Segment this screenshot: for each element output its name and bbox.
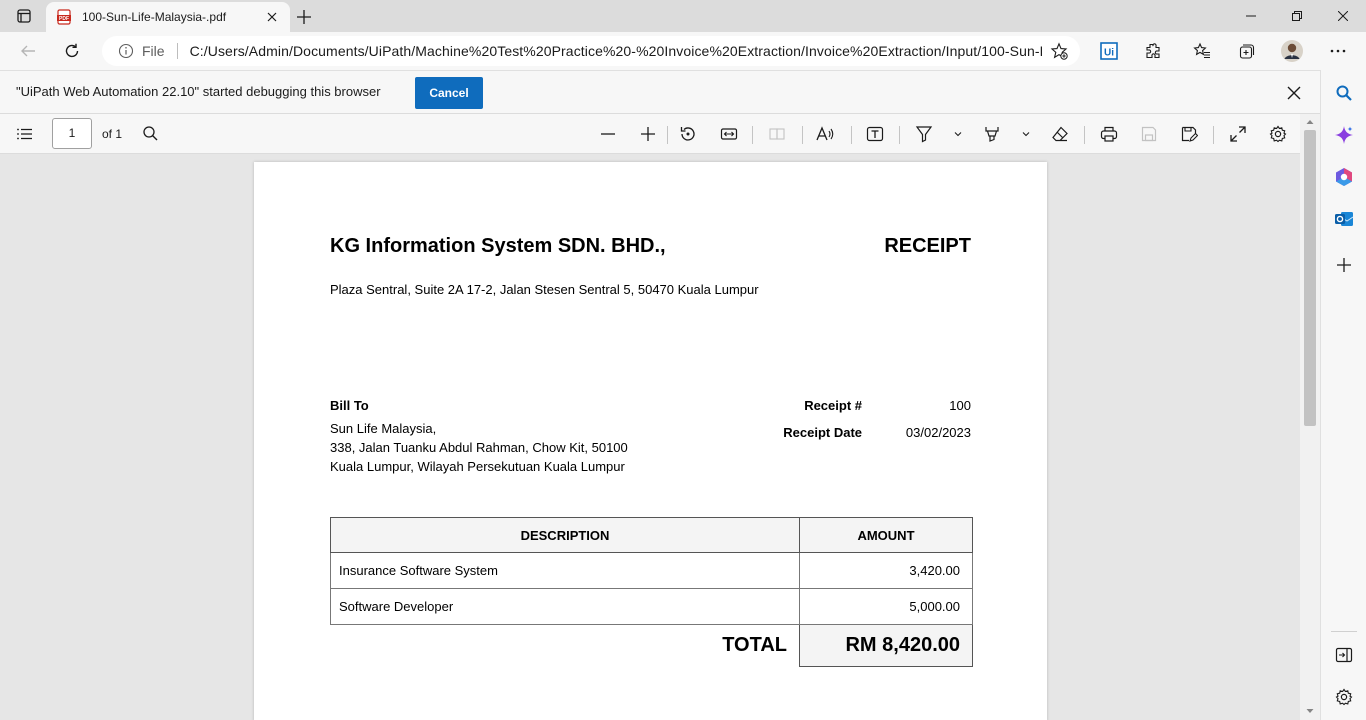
info-icon[interactable] (118, 43, 134, 59)
column-header-amount: AMOUNT (799, 517, 973, 553)
read-aloud-icon[interactable] (813, 122, 837, 146)
rotate-icon[interactable] (676, 122, 700, 146)
bill-to-line: Kuala Lumpur, Wilayah Persekutuan Kuala … (330, 459, 625, 474)
more-options-icon[interactable] (1324, 37, 1352, 65)
bill-to-line: Sun Life Malaysia, (330, 421, 437, 436)
add-text-icon[interactable] (863, 122, 887, 146)
chevron-down-icon[interactable] (1020, 128, 1032, 140)
title-bar: PDF 100-Sun-Life-Malaysia-.pdf (0, 0, 1366, 32)
page-view-icon (765, 122, 789, 146)
total-value: RM 8,420.00 (799, 624, 973, 667)
sidebar-settings-gear-icon[interactable] (1332, 685, 1356, 709)
sidebar-divider (1331, 631, 1357, 632)
pdf-page: KG Information System SDN. BHD., RECEIPT… (254, 162, 1047, 720)
table-row: Insurance Software System 3,420.00 (330, 552, 973, 589)
page-number-input[interactable]: 1 (52, 118, 92, 149)
bill-to-line: 338, Jalan Tuanku Abdul Rahman, Chow Kit… (330, 440, 628, 455)
refresh-button[interactable] (58, 37, 86, 65)
zoom-in-icon[interactable] (636, 122, 660, 146)
fit-to-page-icon[interactable] (717, 122, 741, 146)
toolbar-divider (1213, 126, 1214, 144)
save-icon (1137, 122, 1161, 146)
table-of-contents-icon[interactable] (13, 122, 37, 146)
profile-avatar[interactable] (1278, 37, 1306, 65)
hide-sidebar-icon[interactable] (1332, 643, 1356, 667)
office-icon[interactable] (1332, 165, 1356, 189)
extensions-icon[interactable] (1139, 37, 1167, 65)
debug-message: "UiPath Web Automation 22.10" started de… (16, 84, 381, 99)
svg-text:Ui: Ui (1104, 48, 1114, 59)
search-icon[interactable] (1332, 81, 1356, 105)
address-scheme-label: File (142, 43, 165, 59)
item-amount: 3,420.00 (799, 552, 973, 589)
svg-text:PDF: PDF (59, 16, 69, 22)
settings-gear-icon[interactable] (1266, 122, 1290, 146)
receipt-number-value: 100 (949, 398, 971, 413)
pdf-toolbar: 1 of 1 (0, 114, 1300, 154)
item-amount: 5,000.00 (799, 588, 973, 625)
pdf-file-icon: PDF (56, 9, 72, 25)
table-row: Software Developer 5,000.00 (330, 588, 973, 625)
item-description: Software Developer (330, 588, 800, 625)
company-name: KG Information System SDN. BHD., (330, 235, 666, 257)
total-row: TOTAL RM 8,420.00 (331, 624, 973, 667)
column-header-description: DESCRIPTION (330, 517, 800, 553)
toolbar-divider (851, 126, 852, 144)
tab-actions-icon[interactable] (8, 4, 40, 28)
document-title: RECEIPT (884, 235, 971, 257)
address-bar[interactable]: File C:/Users/Admin/Documents/UiPath/Mac… (102, 36, 1080, 66)
restore-button[interactable] (1274, 0, 1320, 32)
navigation-bar: File C:/Users/Admin/Documents/UiPath/Mac… (0, 32, 1366, 70)
minimize-button[interactable] (1228, 0, 1274, 32)
print-icon[interactable] (1097, 122, 1121, 146)
bill-to-label: Bill To (330, 398, 369, 413)
highlight-icon[interactable] (980, 122, 1004, 146)
search-icon[interactable] (139, 122, 163, 146)
edge-sidebar (1320, 70, 1366, 720)
toolbar-divider (667, 126, 668, 144)
item-description: Insurance Software System (330, 552, 800, 589)
add-sidebar-app-icon[interactable] (1332, 253, 1356, 277)
add-favorite-icon[interactable] (1050, 42, 1068, 60)
tab-close-icon[interactable] (264, 9, 280, 25)
close-window-button[interactable] (1320, 0, 1366, 32)
receipt-date-value: 03/02/2023 (905, 425, 971, 440)
table-header-row: DESCRIPTION AMOUNT (330, 517, 973, 553)
copilot-sparkle-icon[interactable] (1332, 123, 1356, 147)
uipath-extension-icon[interactable]: Ui (1095, 37, 1123, 65)
receipt-number-label: Receipt # (804, 398, 862, 413)
scroll-down-icon[interactable] (1305, 706, 1315, 716)
close-infobar-icon[interactable] (1282, 81, 1306, 105)
debug-infobar: "UiPath Web Automation 22.10" started de… (0, 70, 1320, 114)
zoom-out-icon[interactable] (596, 122, 620, 146)
line-items-table: DESCRIPTION AMOUNT Insurance Software Sy… (330, 517, 973, 667)
tab-title: 100-Sun-Life-Malaysia-.pdf (82, 10, 227, 24)
outlook-icon[interactable] (1332, 207, 1356, 231)
chevron-down-icon[interactable] (952, 128, 964, 140)
cancel-debug-button[interactable]: Cancel (415, 77, 483, 109)
browser-tab[interactable]: PDF 100-Sun-Life-Malaysia-.pdf (46, 2, 290, 32)
scroll-up-icon[interactable] (1305, 117, 1315, 127)
draw-icon[interactable] (912, 122, 936, 146)
total-label: TOTAL (722, 634, 787, 657)
receipt-date-label: Receipt Date (783, 425, 862, 440)
eraser-icon[interactable] (1048, 122, 1072, 146)
new-tab-button[interactable] (293, 6, 315, 28)
scrollbar-thumb[interactable] (1304, 130, 1316, 426)
back-button[interactable] (14, 37, 42, 65)
address-url[interactable]: C:/Users/Admin/Documents/UiPath/Machine%… (190, 43, 1042, 59)
address-separator (176, 43, 178, 59)
toolbar-divider (1084, 126, 1085, 144)
collections-icon[interactable] (1232, 37, 1260, 65)
toolbar-divider (802, 126, 803, 144)
toolbar-divider (752, 126, 753, 144)
full-screen-icon[interactable] (1226, 122, 1250, 146)
page-count-label: of 1 (102, 127, 123, 141)
toolbar-divider (899, 126, 900, 144)
vertical-scrollbar[interactable] (1300, 114, 1320, 720)
favorites-icon[interactable] (1188, 37, 1216, 65)
company-address: Plaza Sentral, Suite 2A 17-2, Jalan Stes… (330, 282, 759, 297)
save-as-icon[interactable] (1177, 122, 1201, 146)
